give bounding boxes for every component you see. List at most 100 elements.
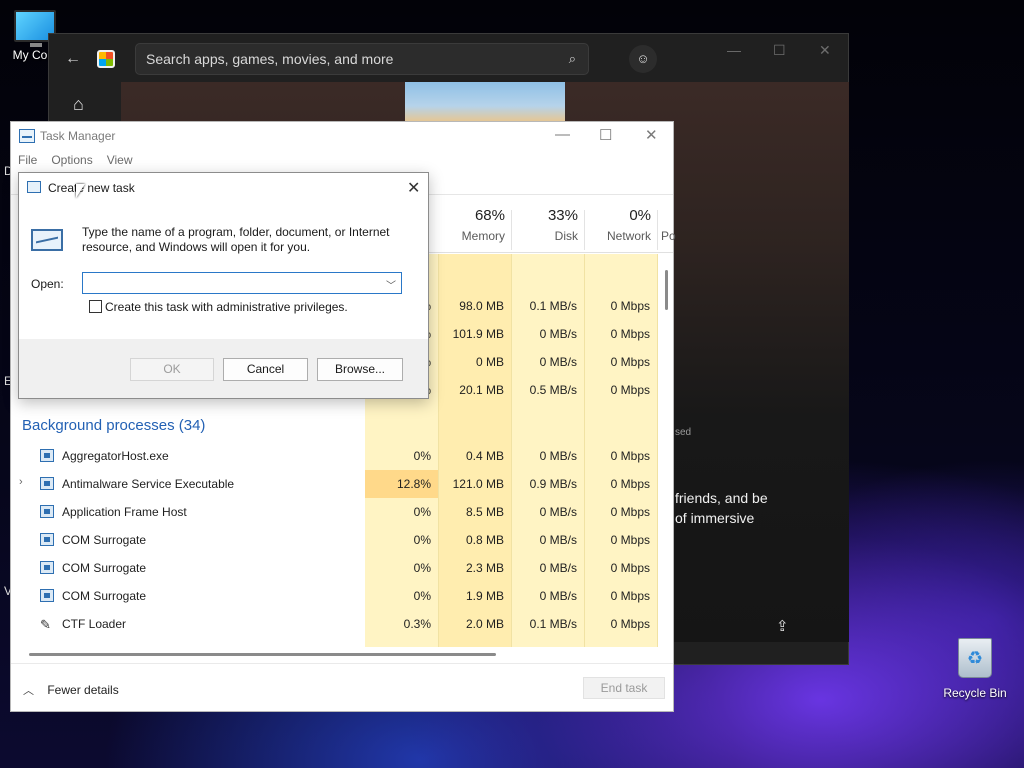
close-button[interactable]: ✕ xyxy=(819,42,831,59)
menu-bar: File Options View xyxy=(18,153,147,167)
memory-cell: 98.0 MB xyxy=(459,299,504,313)
store-description-line: of immersive xyxy=(675,510,755,526)
power-label: Po xyxy=(661,229,676,243)
disk-cell: 0.5 MB/s xyxy=(529,383,577,397)
network-cell: 0 Mbps xyxy=(610,589,650,603)
column-separator[interactable] xyxy=(584,210,585,250)
cancel-button[interactable]: Cancel xyxy=(223,358,308,381)
network-cell: 0 Mbps xyxy=(610,299,650,313)
table-row[interactable]: COM Surrogate 0% 0.8 MB 0 MB/s 0 Mbps xyxy=(11,526,657,554)
close-button[interactable]: ✕ xyxy=(645,126,658,144)
store-featured-image[interactable] xyxy=(405,82,565,122)
memory-percent: 68% xyxy=(474,207,505,224)
store-description-line: friends, and be xyxy=(675,490,768,506)
network-percent: 0% xyxy=(629,207,651,224)
home-icon[interactable]: ⌂ xyxy=(73,94,84,115)
disk-cell: 0 MB/s xyxy=(539,589,577,603)
network-cell: 0 Mbps xyxy=(610,505,650,519)
desktop-icon-label: Recycle Bin xyxy=(943,686,1007,700)
network-cell: 0 Mbps xyxy=(610,561,650,575)
minimize-button[interactable]: — xyxy=(727,42,741,58)
open-label: Open: xyxy=(31,277,64,291)
disk-cell: 0 MB/s xyxy=(539,449,577,463)
disk-label: Disk xyxy=(554,229,578,243)
memory-cell: 2.0 MB xyxy=(465,617,504,631)
disk-cell: 0 MB/s xyxy=(539,327,577,341)
user-account-icon[interactable]: ☺ xyxy=(629,45,657,73)
column-divider xyxy=(657,254,658,647)
run-icon xyxy=(27,181,41,193)
cpu-cell: 12.8% xyxy=(396,477,431,491)
table-row[interactable]: COM Surrogate 0% 1.9 MB 0 MB/s 0 Mbps xyxy=(11,582,657,610)
maximize-button[interactable]: ☐ xyxy=(773,42,786,59)
window-title: Task Manager xyxy=(40,129,116,143)
cpu-cell: 0% xyxy=(413,561,431,575)
process-icon xyxy=(40,561,54,574)
column-header-memory[interactable]: 68% Memory xyxy=(438,207,505,243)
minimize-button[interactable]: — xyxy=(555,126,570,143)
disk-percent: 33% xyxy=(547,207,578,224)
disk-cell: 0 MB/s xyxy=(539,505,577,519)
share-icon[interactable]: ⇪ xyxy=(776,617,789,635)
chevron-up-icon: ︿ xyxy=(23,685,34,697)
store-description: friends, and be of immersive xyxy=(675,488,845,528)
menu-file[interactable]: File xyxy=(18,153,37,167)
close-icon[interactable]: ✕ xyxy=(407,178,420,198)
table-row[interactable]: CTF Loader 0.3% 2.0 MB 0.1 MB/s 0 Mbps xyxy=(11,610,657,638)
maximize-button[interactable]: ☐ xyxy=(599,126,612,144)
process-icon xyxy=(40,449,54,462)
table-row[interactable]: › Antimalware Service Executable 12.8% 1… xyxy=(11,470,657,498)
column-header-disk[interactable]: 33% Disk xyxy=(511,207,578,243)
table-row[interactable]: COM Surrogate 0% 2.3 MB 0 MB/s 0 Mbps xyxy=(11,554,657,582)
chevron-down-icon[interactable]: ﹀ xyxy=(386,277,396,292)
ok-button[interactable]: OK xyxy=(130,358,214,381)
open-input[interactable] xyxy=(82,272,402,294)
cpu-cell: 0% xyxy=(413,533,431,547)
chevron-right-icon[interactable]: › xyxy=(19,476,23,488)
network-cell: 0 Mbps xyxy=(610,383,650,397)
vertical-scrollbar[interactable] xyxy=(665,270,668,310)
store-search-input[interactable]: Search apps, games, movies, and more ⌕ xyxy=(135,43,589,75)
end-task-button[interactable]: End task xyxy=(583,677,665,699)
cpu-cell: 0% xyxy=(413,589,431,603)
desktop-icon-recycle-bin[interactable]: Recycle Bin xyxy=(940,638,1010,700)
menu-options[interactable]: Options xyxy=(51,153,92,167)
store-titlebar: ← Search apps, games, movies, and more ⌕… xyxy=(49,34,848,82)
column-header-network[interactable]: 0% Network xyxy=(584,207,651,243)
recycle-bin-icon xyxy=(958,638,992,678)
disk-cell: 0.1 MB/s xyxy=(529,617,577,631)
process-name: AggregatorHost.exe xyxy=(62,449,169,463)
column-separator[interactable] xyxy=(657,210,658,250)
column-separator[interactable] xyxy=(511,210,512,250)
admin-privileges-checkbox[interactable] xyxy=(89,300,102,313)
search-icon[interactable]: ⌕ xyxy=(569,51,576,67)
column-header-power[interactable]: Po xyxy=(661,207,676,243)
process-name: COM Surrogate xyxy=(62,533,147,547)
cpu-cell: 0% xyxy=(413,449,431,463)
horizontal-scrollbar[interactable] xyxy=(29,653,496,656)
memory-cell: 8.5 MB xyxy=(465,505,504,519)
disk-cell: 0.9 MB/s xyxy=(529,477,577,491)
process-icon xyxy=(40,477,54,490)
memory-cell: 0 MB xyxy=(475,355,504,369)
disk-cell: 0.1 MB/s xyxy=(529,299,577,313)
table-row[interactable]: AggregatorHost.exe 0% 0.4 MB 0 MB/s 0 Mb… xyxy=(11,442,657,470)
network-label: Network xyxy=(606,229,651,243)
store-caption: sed xyxy=(675,427,692,438)
fewer-details-button[interactable]: ︿ Fewer details xyxy=(23,682,119,698)
cpu-cell: 0.3% xyxy=(403,617,431,631)
table-row[interactable]: Application Frame Host 0% 8.5 MB 0 MB/s … xyxy=(11,498,657,526)
disk-cell: 0 MB/s xyxy=(539,561,577,575)
memory-cell: 101.9 MB xyxy=(452,327,504,341)
browse-button[interactable]: Browse... xyxy=(317,358,403,381)
network-cell: 0 Mbps xyxy=(610,355,650,369)
task-manager-graph-icon xyxy=(31,229,63,251)
store-search-placeholder: Search apps, games, movies, and more xyxy=(146,51,394,67)
store-logo-icon xyxy=(97,50,115,68)
footer-divider xyxy=(11,663,673,664)
back-arrow-icon[interactable]: ← xyxy=(65,50,81,68)
admin-privileges-label[interactable]: Create this task with administrative pri… xyxy=(105,300,348,314)
network-cell: 0 Mbps xyxy=(610,327,650,341)
menu-view[interactable]: View xyxy=(107,153,133,167)
process-name: CTF Loader xyxy=(62,617,127,631)
